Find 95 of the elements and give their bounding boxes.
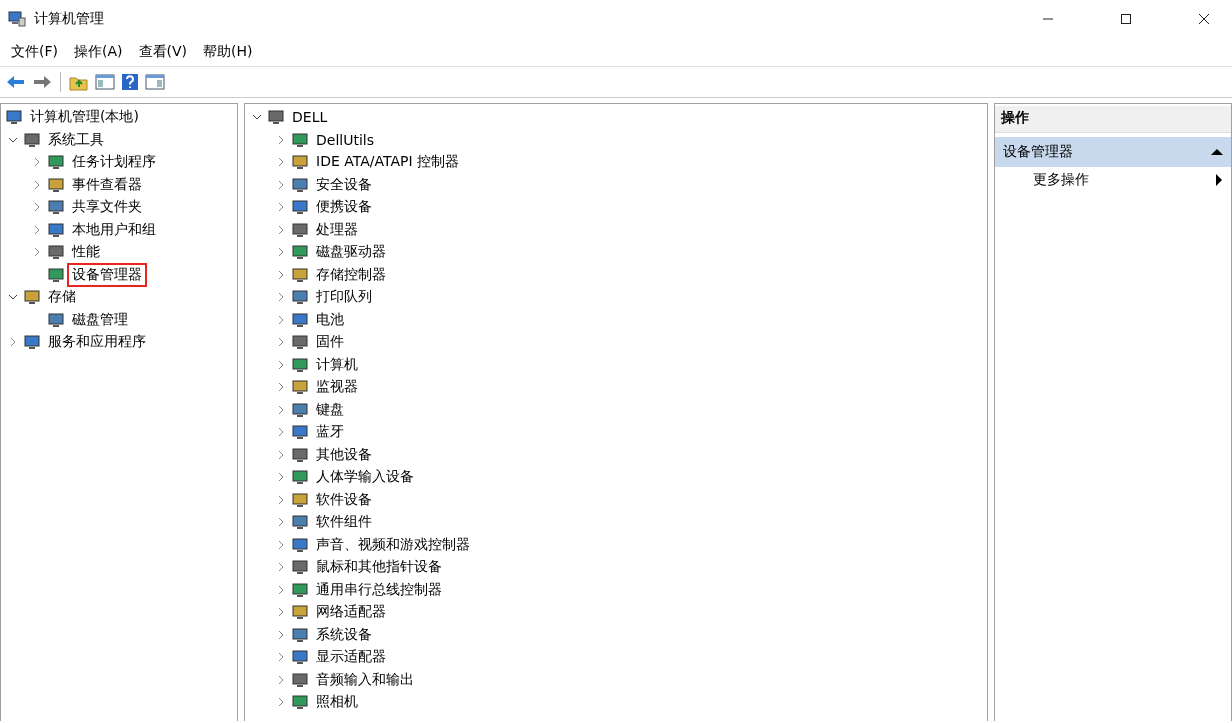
tree-item[interactable]: 显示适配器 (314, 648, 388, 667)
tree-item[interactable]: 处理器 (314, 220, 360, 239)
tree-item[interactable]: 照相机 (314, 693, 360, 712)
forward-arrow-icon[interactable] (32, 74, 52, 90)
device-icon (291, 175, 309, 194)
device-icon (291, 333, 309, 352)
tree-item[interactable]: 便携设备 (314, 198, 374, 217)
device-icon (291, 625, 309, 644)
device-icon (291, 378, 309, 397)
device-icon (23, 333, 41, 352)
device-icon (291, 288, 309, 307)
tree-item[interactable]: 声音、视频和游戏控制器 (314, 535, 472, 554)
tree-item[interactable]: 软件组件 (314, 513, 374, 532)
submenu-triangle-icon (1215, 174, 1223, 186)
tree-item[interactable]: 共享文件夹 (70, 198, 144, 217)
action-item[interactable]: 更多操作 (995, 167, 1231, 193)
tree-item[interactable]: 键盘 (314, 400, 346, 419)
device-icon (291, 220, 309, 239)
tree-item[interactable]: 计算机管理(本地) (28, 108, 141, 127)
device-icon (47, 265, 65, 284)
device-icon (291, 648, 309, 667)
tree-item[interactable]: DellUtils (314, 131, 376, 148)
maximize-icon[interactable] (1120, 13, 1132, 25)
device-icon (23, 288, 41, 307)
device-icon (291, 445, 309, 464)
tree-item[interactable]: 磁盘管理 (70, 310, 130, 329)
tree-item[interactable]: 电池 (314, 310, 346, 329)
tree-item[interactable]: 鼠标和其他指针设备 (314, 558, 444, 577)
window-title: 计算机管理 (34, 10, 104, 28)
tree-item[interactable]: IDE ATA/ATAPI 控制器 (314, 153, 461, 172)
device-icon (5, 108, 23, 127)
tree-item[interactable]: 性能 (70, 243, 102, 262)
device-icon (291, 558, 309, 577)
device-icon (291, 265, 309, 284)
device-icon (291, 490, 309, 509)
device-icon (291, 423, 309, 442)
device-icon (291, 130, 309, 149)
tree-item[interactable]: 安全设备 (314, 175, 374, 194)
device-icon (291, 580, 309, 599)
tree-item[interactable]: 任务计划程序 (70, 153, 158, 172)
panel-icon[interactable] (95, 73, 115, 91)
collapse-triangle-icon[interactable] (1211, 148, 1223, 156)
device-icon (291, 603, 309, 622)
tree-item[interactable]: DELL (290, 109, 330, 126)
device-icon (291, 670, 309, 689)
tree-item[interactable]: 本地用户和组 (70, 220, 158, 239)
menu-item[interactable]: 帮助(H) (198, 41, 258, 63)
help-icon[interactable] (121, 73, 139, 91)
tree-item[interactable]: 计算机 (314, 355, 360, 374)
panel-icon[interactable] (145, 73, 165, 91)
back-arrow-icon[interactable] (6, 74, 26, 90)
tree-item[interactable]: 磁盘驱动器 (314, 243, 388, 262)
tree-item[interactable]: 固件 (314, 333, 346, 352)
tree-item[interactable]: 人体学输入设备 (314, 468, 416, 487)
tree-item[interactable]: 监视器 (314, 378, 360, 397)
tree-item[interactable]: 系统设备 (314, 625, 374, 644)
computer-management-icon (8, 11, 26, 27)
device-icon (291, 400, 309, 419)
device-icon (47, 243, 65, 262)
menu-item[interactable]: 查看(V) (133, 41, 192, 63)
tree-item[interactable]: 通用串行总线控制器 (314, 580, 444, 599)
tree-item[interactable]: 蓝牙 (314, 423, 346, 442)
device-icon (291, 310, 309, 329)
tree-item[interactable]: 服务和应用程序 (46, 333, 148, 352)
section-label: 设备管理器 (1003, 143, 1073, 161)
tree-item[interactable]: 音频输入和输出 (314, 670, 416, 689)
tree-item[interactable]: 设备管理器 (70, 265, 144, 284)
device-icon (291, 243, 309, 262)
device-icon (291, 198, 309, 217)
device-icon (291, 693, 309, 712)
device-icon (267, 108, 285, 127)
tree-item[interactable]: 存储控制器 (314, 265, 388, 284)
tree-item[interactable]: 存储 (46, 288, 78, 307)
menu-item[interactable]: 文件(F) (6, 41, 63, 63)
tree-item[interactable]: 软件设备 (314, 490, 374, 509)
close-icon[interactable] (1198, 13, 1210, 25)
device-icon (23, 130, 41, 149)
device-icon (291, 468, 309, 487)
device-icon (47, 310, 65, 329)
actions-header: 操作 (995, 106, 1231, 133)
device-icon (47, 198, 65, 217)
device-icon (47, 220, 65, 239)
device-icon (47, 175, 65, 194)
device-icon (291, 535, 309, 554)
tree-item[interactable]: 事件查看器 (70, 175, 144, 194)
device-icon (291, 153, 309, 172)
device-icon (291, 513, 309, 532)
device-icon (47, 153, 65, 172)
device-icon (291, 355, 309, 374)
tree-item[interactable]: 系统工具 (46, 130, 106, 149)
tree-item[interactable]: 网络适配器 (314, 603, 388, 622)
tree-item[interactable]: 其他设备 (314, 445, 374, 464)
menu-item[interactable]: 操作(A) (69, 41, 128, 63)
tree-item[interactable]: 打印队列 (314, 288, 374, 307)
actions-section[interactable]: 设备管理器 (995, 137, 1231, 167)
